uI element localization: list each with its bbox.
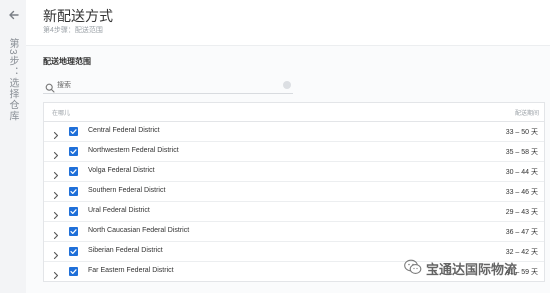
watermark-text: 宝通达国际物流 [426,262,518,277]
district-checkbox[interactable] [69,187,78,196]
wechat-icon [404,259,422,275]
chevron-right-icon[interactable] [52,207,60,220]
section-title: 配送地理范围 [43,57,91,66]
search-icon [45,80,55,93]
district-name: Central Federal District [88,127,160,134]
district-checkbox[interactable] [69,247,78,256]
chevron-right-icon[interactable] [52,187,60,200]
step-subtitle: 第4步骤：配送范围 [43,27,103,34]
district-checkbox[interactable] [69,207,78,216]
district-name: North Caucasian Federal District [88,227,190,234]
clear-icon[interactable] [283,81,291,89]
search-bar [43,78,293,94]
chevron-right-icon[interactable] [52,247,60,260]
table-header: 在哪儿 配送期间 [44,103,544,122]
district-name: Southern Federal District [88,187,166,194]
district-name: Siberian Federal District [88,247,163,254]
previous-step-label[interactable]: 第3步：选择仓库 [6,38,20,122]
page-header: 新配送方式 第4步骤：配送范围 [26,0,550,46]
column-header-region: 在哪儿 [52,111,71,117]
column-header-days: 配送期间 [514,111,539,117]
delivery-days: 36 – 47 天 [505,229,538,236]
back-arrow-icon[interactable] [7,9,21,23]
delivery-days: 33 – 50 天 [505,129,538,136]
table-row: Ural Federal District 29 – 43 天 [44,202,544,222]
district-checkbox[interactable] [69,147,78,156]
table-row: North Caucasian Federal District 36 – 47 … [44,222,544,242]
table-row: Southern Federal District 33 – 46 天 [44,182,544,202]
search-input[interactable] [57,79,277,91]
page-title: 新配送方式 [43,8,113,24]
chevron-right-icon[interactable] [52,227,60,240]
chevron-right-icon[interactable] [52,127,60,140]
district-checkbox[interactable] [69,167,78,176]
chevron-right-icon[interactable] [52,267,60,280]
delivery-days: 35 – 58 天 [505,149,538,156]
district-name: Far Eastern Federal District [88,267,174,274]
district-name: Northwestern Federal District [88,147,179,154]
table-row: Volga Federal District 30 – 44 天 [44,162,544,182]
chevron-right-icon[interactable] [52,167,60,180]
table-row: Northwestern Federal District 35 – 58 天 [44,142,544,162]
district-checkbox[interactable] [69,227,78,236]
chevron-right-icon[interactable] [52,147,60,160]
district-table: 在哪儿 配送期间 Central Federal District 33 – 50… [43,102,545,282]
table-row: Central Federal District 33 – 50 天 [44,122,544,142]
district-name: Ural Federal District [88,207,150,214]
delivery-days: 32 – 42 天 [505,249,538,256]
district-name: Volga Federal District [88,167,155,174]
district-checkbox[interactable] [69,267,78,276]
delivery-days: 29 – 43 天 [505,209,538,216]
watermark: 宝通达国际物流 [404,257,550,281]
delivery-days: 30 – 44 天 [505,169,538,176]
left-rail: 第3步：选择仓库 [0,0,27,293]
main-content: 配送地理范围 在哪儿 配送期间 Central Federal District… [26,46,550,293]
district-checkbox[interactable] [69,127,78,136]
delivery-days: 33 – 46 天 [505,189,538,196]
